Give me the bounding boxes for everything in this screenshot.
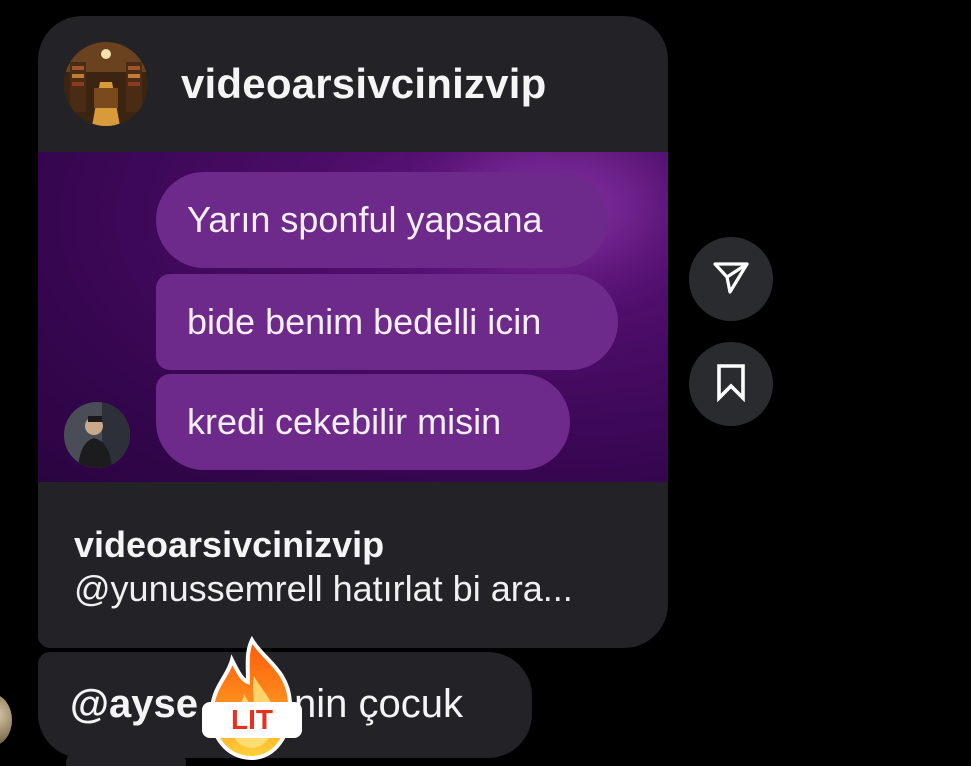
fire-lit-sticker: LIT: [198, 635, 306, 766]
send-icon: [711, 257, 751, 302]
shared-post-card[interactable]: videoarsivcinizvip Yarın sponful yapsana…: [38, 16, 668, 648]
media-message-bubble: bide benim bedelli icin: [156, 274, 618, 370]
sticker-label: LIT: [231, 704, 273, 735]
author-username[interactable]: videoarsivcinizvip: [181, 60, 546, 108]
media-sender-avatar: [64, 402, 130, 468]
save-button[interactable]: [689, 342, 773, 426]
bookmark-icon: [711, 362, 751, 407]
media-message-bubble: Yarın sponful yapsana: [156, 172, 608, 268]
author-avatar[interactable]: [64, 42, 148, 126]
dm-thread: videoarsivcinizvip Yarın sponful yapsana…: [0, 0, 971, 766]
reply-sender-avatar: [0, 694, 12, 746]
media-message-bubble: kredi cekebilir misin: [156, 374, 570, 470]
caption-text: @yunussemrell hatırlat bi ara...: [74, 568, 573, 609]
caption-username[interactable]: videoarsivcinizvip: [74, 524, 384, 566]
reply-text-rest: nin çocuk: [294, 682, 463, 726]
post-footer: videoarsivcinizvip @yunussemrell hatırla…: [38, 482, 668, 648]
post-header: videoarsivcinizvip: [38, 16, 668, 152]
reply-mention[interactable]: @ayse: [70, 682, 198, 726]
next-message-bubble: [66, 748, 186, 766]
post-media[interactable]: Yarın sponful yapsana bide benim bedelli…: [38, 152, 668, 482]
share-button[interactable]: [689, 237, 773, 321]
